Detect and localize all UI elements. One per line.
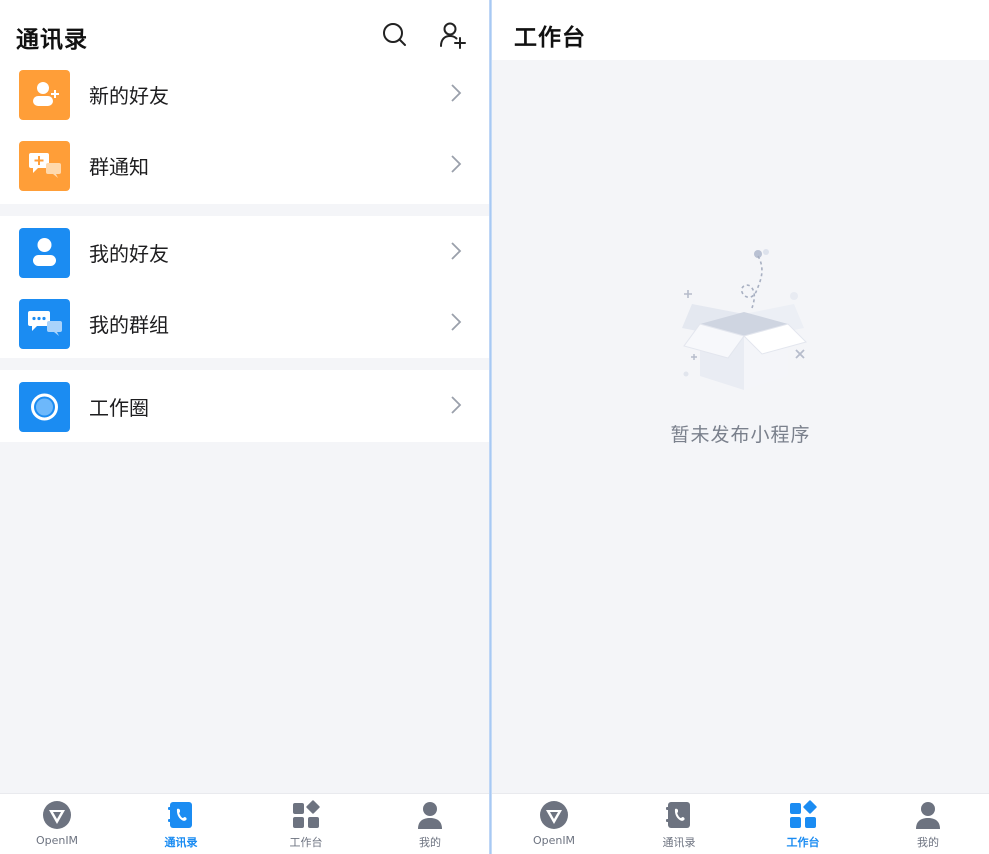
contacts-book-icon: [666, 802, 690, 828]
tab-workbench[interactable]: 工作台: [758, 800, 848, 854]
friend-icon: [19, 228, 70, 278]
tab-openim[interactable]: OpenIM: [12, 800, 102, 854]
contacts-book-icon: [168, 802, 192, 828]
chevron-right-icon: [451, 242, 462, 260]
bottom-tab-bar: OpenIM 通讯录 工作台 我的: [492, 793, 989, 854]
empty-box-illustration: [682, 249, 807, 390]
tab-label: 通讯录: [164, 836, 198, 849]
add-friend-icon: [19, 70, 70, 120]
tab-profile[interactable]: 我的: [385, 800, 475, 854]
contacts-header: 通讯录: [0, 0, 489, 66]
page-title: 通讯录: [16, 27, 88, 53]
my-friends-row[interactable]: 我的好友: [0, 224, 489, 295]
tab-label: 工作台: [786, 836, 820, 849]
workbench-grid-icon: [293, 800, 320, 828]
tab-workbench[interactable]: 工作台: [261, 800, 351, 854]
tab-label: 通讯录: [662, 836, 696, 849]
row-label: 工作圈: [89, 396, 149, 420]
my-groups-row[interactable]: 我的群组: [0, 295, 489, 366]
workbench-grid-icon: [790, 800, 817, 828]
tab-label: 工作台: [289, 836, 323, 849]
profile-person-icon: [418, 802, 442, 829]
row-label: 新的好友: [89, 84, 169, 108]
workbench-screen: 工作台 暂未发布小程序 OpenIM 通讯录 工作台 我的: [492, 0, 989, 854]
tab-contacts[interactable]: 通讯录: [136, 800, 226, 854]
openim-logo-icon: [43, 801, 71, 829]
tab-contacts[interactable]: 通讯录: [634, 800, 724, 854]
moments-icon: [19, 382, 70, 432]
new-friends-row[interactable]: 新的好友: [0, 66, 489, 137]
work-circle-row[interactable]: 工作圈: [0, 378, 489, 449]
contacts-screen: 通讯录 新的好友 群通知 我的好友 我的群组 工作圈 OpenIM 通讯录 工作…: [0, 0, 489, 854]
bottom-tab-bar: OpenIM 通讯录 工作台 我的: [0, 793, 489, 854]
group-chat-icon: [19, 299, 70, 349]
chevron-right-icon: [451, 84, 462, 102]
openim-logo-icon: [540, 801, 568, 829]
row-label: 我的好友: [89, 242, 169, 266]
add-contact-icon[interactable]: [438, 20, 468, 50]
tab-label: OpenIM: [35, 834, 79, 847]
tab-openim[interactable]: OpenIM: [509, 800, 599, 854]
row-label: 我的群组: [89, 313, 169, 337]
chevron-right-icon: [451, 313, 462, 331]
contacts-group-moments: 工作圈: [0, 370, 489, 442]
tab-label: OpenIM: [532, 834, 576, 847]
chevron-right-icon: [451, 396, 462, 414]
contacts-group-notifications: 新的好友 群通知: [0, 66, 489, 204]
group-notice-row[interactable]: 群通知: [0, 137, 489, 208]
chevron-right-icon: [451, 155, 462, 173]
contacts-group-lists: 我的好友 我的群组: [0, 216, 489, 358]
screen-root: 通讯录 新的好友 群通知 我的好友 我的群组 工作圈 OpenIM 通讯录 工作…: [0, 0, 989, 854]
search-icon[interactable]: [380, 20, 410, 50]
empty-state-text: 暂未发布小程序: [670, 424, 811, 446]
row-label: 群通知: [89, 155, 149, 179]
profile-person-icon: [916, 802, 940, 829]
tab-label: 我的: [419, 836, 441, 849]
tab-profile[interactable]: 我的: [883, 800, 973, 854]
tab-label: 我的: [917, 836, 939, 849]
group-notice-icon: [19, 141, 70, 191]
page-title: 工作台: [514, 25, 586, 51]
workbench-header: 工作台: [492, 0, 989, 60]
